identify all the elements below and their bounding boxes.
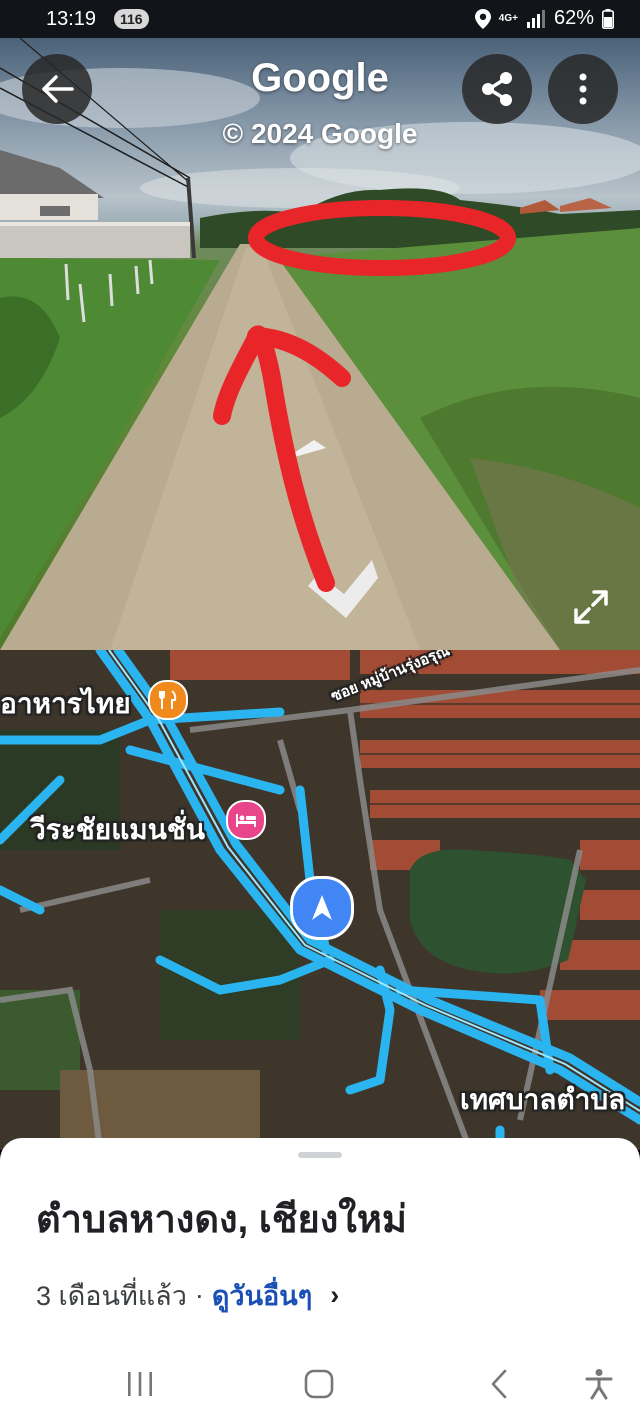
chevron-right-icon[interactable]: › (330, 1280, 339, 1311)
system-navigation-bar (0, 1344, 640, 1426)
place-title: ตำบลหางดง, เชียงใหม่ (36, 1199, 407, 1241)
navigation-arrow-icon (312, 895, 332, 920)
recents-icon (128, 1372, 152, 1396)
hotel-pin[interactable] (226, 800, 266, 840)
drag-handle[interactable] (298, 1152, 342, 1158)
back-icon (491, 1369, 507, 1399)
recents-button[interactable] (115, 1362, 165, 1406)
separator-dot: · (194, 1280, 204, 1310)
share-icon (482, 72, 512, 106)
mansion-label[interactable]: วีระชัยแมนชั่น (30, 808, 205, 852)
expand-button[interactable] (566, 582, 616, 632)
restaurant-label[interactable]: อาหารไทย (0, 682, 131, 726)
battery-icon (602, 8, 614, 29)
copyright-text: © 2024 Google (222, 118, 418, 149)
share-button[interactable] (462, 54, 532, 124)
municipality-label[interactable]: เทศบาลตำบล (460, 1078, 625, 1122)
expand-icon (574, 590, 608, 624)
capture-date: 3 เดือนที่แล้ว (36, 1281, 187, 1311)
map-view[interactable]: อาหารไทย ซอย หมู่บ้านรุ่งอรุณ วีระชัยแมน… (0, 650, 640, 1150)
more-vertical-icon (579, 73, 587, 105)
street-view-panorama[interactable]: Google © 2024 Google (0, 38, 640, 650)
restaurant-pin[interactable] (148, 680, 188, 720)
signal-icon (526, 9, 545, 28)
accessibility-icon (585, 1369, 613, 1400)
network-type: 4G+ (498, 12, 518, 24)
current-location-marker[interactable] (290, 876, 354, 940)
accessibility-button[interactable] (574, 1362, 624, 1406)
status-time: 13:19 (46, 8, 97, 30)
battery-percent: 62% (553, 7, 594, 29)
capture-date-row: 3 เดือนที่แล้ว · ดูวันอื่นๆ › (36, 1274, 339, 1317)
fork-knife-icon (159, 690, 177, 709)
more-options-button[interactable] (548, 54, 618, 124)
see-other-dates-link[interactable]: ดูวันอื่นๆ (212, 1274, 312, 1317)
location-icon (474, 8, 491, 29)
home-button[interactable] (294, 1362, 344, 1406)
notification-count-badge: 116 (114, 9, 149, 29)
home-icon (304, 1369, 334, 1399)
status-bar: 13:19 116 4G+ 62% (0, 0, 640, 38)
status-indicators: 4G+ 62% (474, 7, 614, 30)
system-back-button[interactable] (474, 1362, 524, 1406)
google-wordmark: Google (251, 56, 389, 100)
bed-icon (236, 814, 256, 827)
